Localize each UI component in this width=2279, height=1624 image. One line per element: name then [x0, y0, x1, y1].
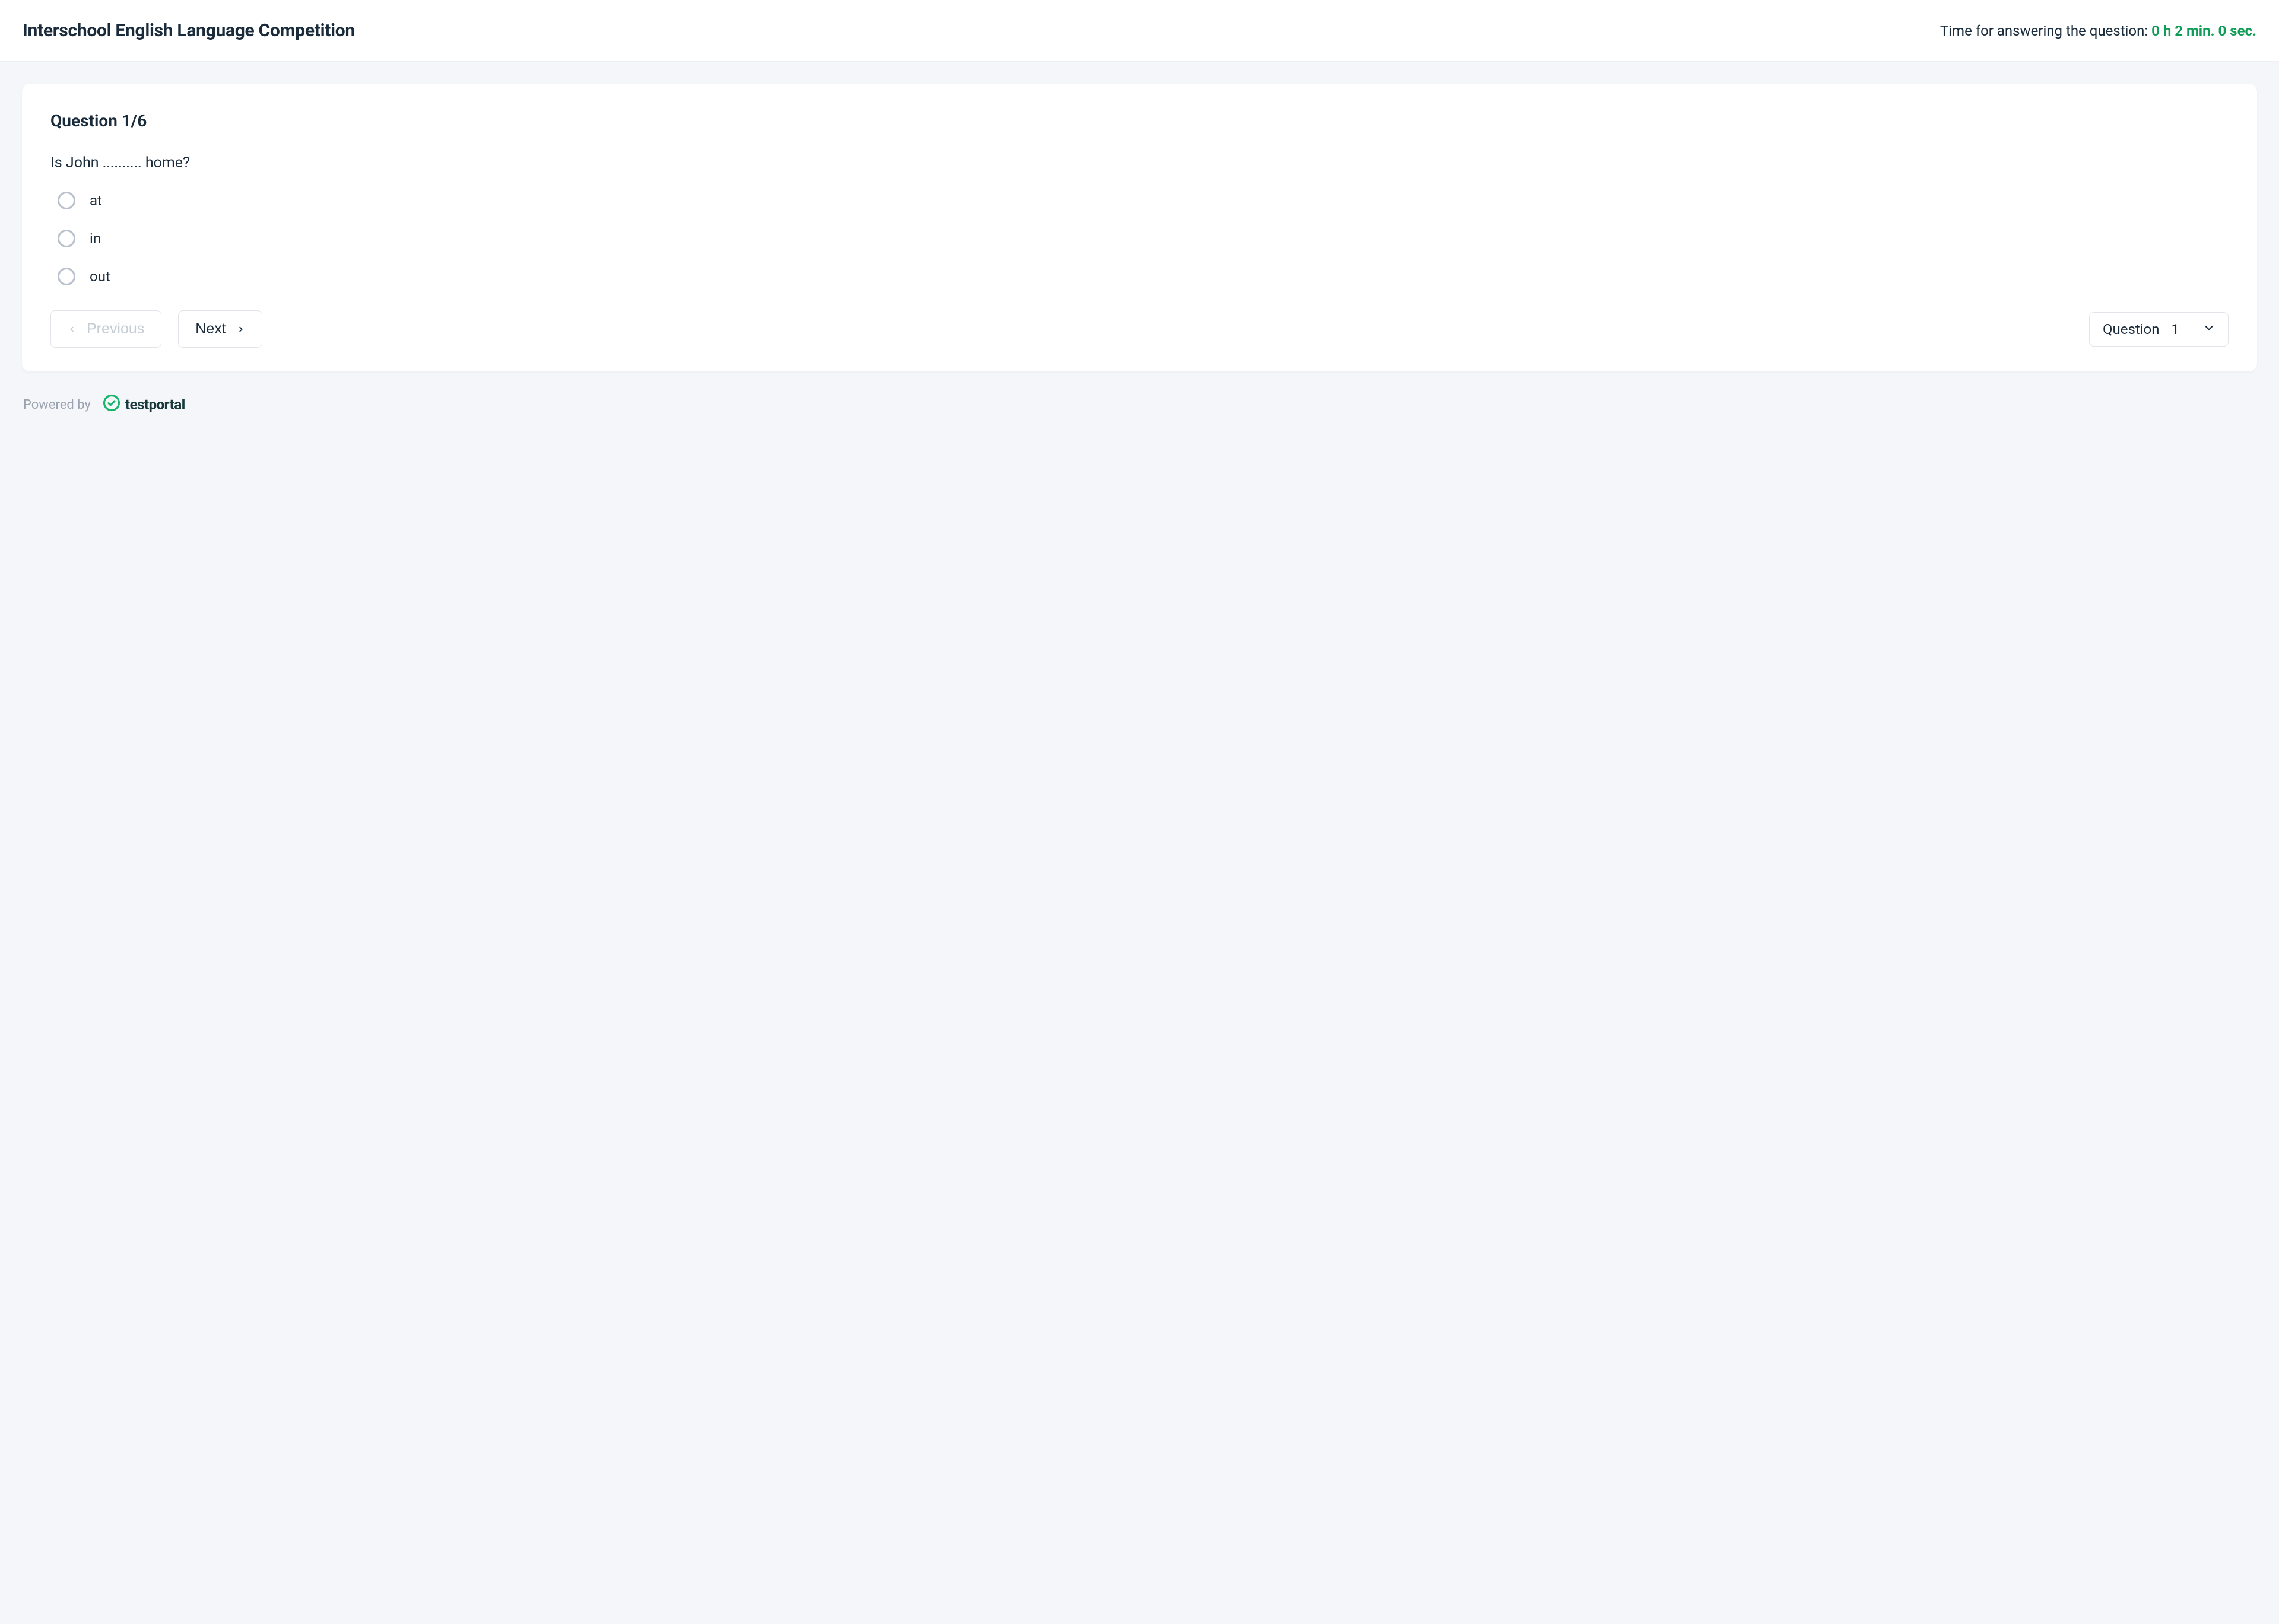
option-at[interactable]: at [58, 192, 2229, 209]
brand: testportal [103, 394, 185, 415]
previous-label: Previous [87, 320, 144, 338]
question-text: Is John .......... home? [50, 154, 2229, 171]
selector-label: Question [2103, 321, 2159, 338]
option-out[interactable]: out [58, 268, 2229, 285]
chevron-down-icon [2203, 321, 2215, 338]
options-list: at in out [58, 192, 2229, 285]
question-heading: Question 1/6 [50, 111, 2229, 131]
radio-icon [58, 192, 75, 209]
option-label: out [90, 268, 110, 285]
selector-value: 1 [2172, 321, 2180, 338]
brand-name: testportal [125, 396, 185, 413]
option-in[interactable]: in [58, 230, 2229, 247]
radio-icon [58, 230, 75, 247]
option-label: at [90, 192, 102, 209]
timer-label: Time for answering the question: [1940, 23, 2151, 39]
option-label: in [90, 230, 101, 247]
header-bar: Interschool English Language Competition… [0, 0, 2279, 62]
previous-button[interactable]: Previous [50, 310, 161, 348]
radio-icon [58, 268, 75, 285]
next-button[interactable]: Next [178, 310, 262, 348]
timer: Time for answering the question: 0 h 2 m… [1940, 23, 2256, 39]
page-title: Interschool English Language Competition [23, 20, 355, 41]
footer: Powered by testportal [22, 380, 2257, 430]
nav-left: Previous Next [50, 310, 262, 348]
question-selector[interactable]: Question 1 [2089, 312, 2229, 347]
chevron-left-icon [68, 323, 76, 335]
chevron-right-icon [237, 323, 245, 335]
timer-value: 0 h 2 min. 0 sec. [2151, 23, 2256, 39]
question-card: Question 1/6 Is John .......... home? at… [22, 84, 2257, 371]
nav-row: Previous Next Question 1 [50, 310, 2229, 348]
page-body: Question 1/6 Is John .......... home? at… [0, 62, 2279, 452]
next-label: Next [195, 320, 226, 338]
brand-check-icon [103, 394, 120, 415]
powered-by-label: Powered by [23, 398, 91, 412]
